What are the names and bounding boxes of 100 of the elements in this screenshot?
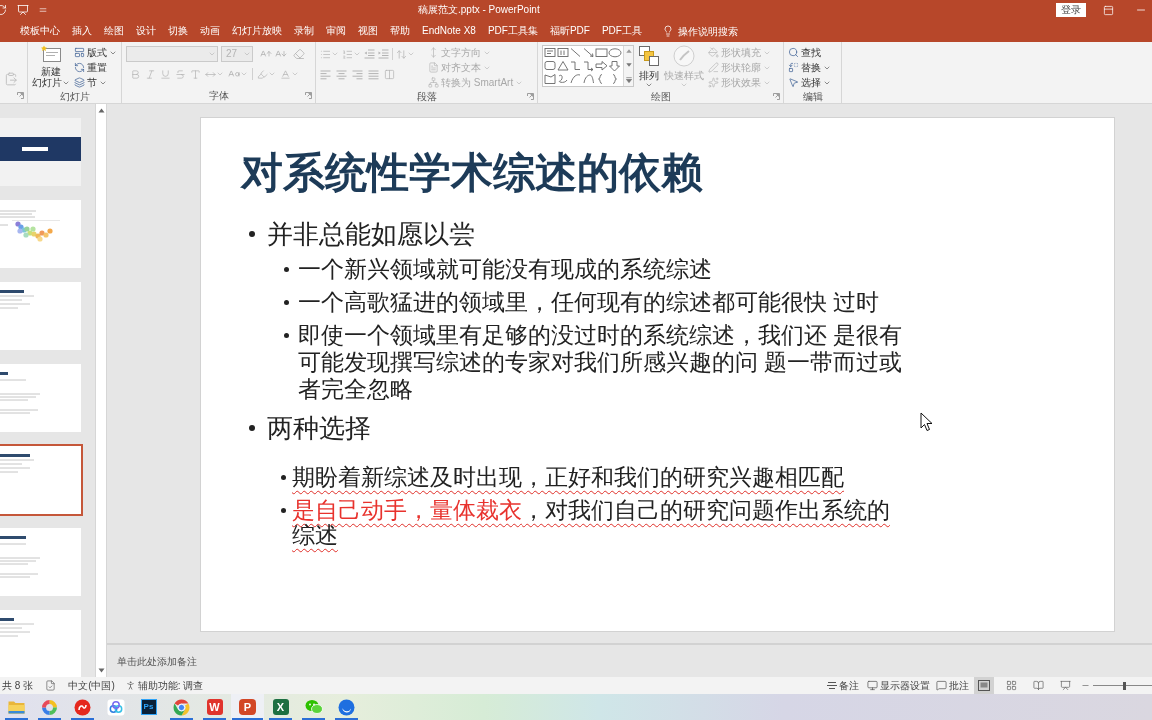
language-label[interactable]: 中文(中国) <box>68 679 115 692</box>
gallery-more-icon[interactable] <box>625 77 632 83</box>
case-icon[interactable] <box>228 68 240 80</box>
ribbon-tab[interactable]: 录制 <box>288 20 320 42</box>
ribbon-tab[interactable]: 切换 <box>162 20 194 42</box>
person-icon[interactable] <box>124 680 136 691</box>
slider-thumb[interactable] <box>1122 681 1126 690</box>
network-icon <box>428 77 439 88</box>
slide-thumbnail[interactable] <box>0 280 83 352</box>
underline-icon[interactable] <box>160 68 171 80</box>
ribbon-command[interactable]: 替换 <box>788 60 831 75</box>
comments-button[interactable]: 批注 <box>936 679 969 692</box>
taskbar-app[interactable]: P <box>231 694 264 720</box>
align-left-icon[interactable] <box>320 69 331 80</box>
justify-icon[interactable] <box>368 69 379 80</box>
document-check-icon[interactable] <box>45 680 57 691</box>
align-center-icon[interactable] <box>336 69 347 80</box>
numbered-list-icon[interactable] <box>342 48 353 60</box>
ribbon-command[interactable]: 节 <box>74 75 117 90</box>
presentation-icon <box>1059 680 1071 691</box>
line-spacing-icon[interactable] <box>396 48 407 60</box>
ribbon-display-icon[interactable] <box>1103 4 1114 16</box>
ribbon-tab[interactable]: 审阅 <box>320 20 352 42</box>
accessibility-status[interactable]: 辅助功能: 调查 <box>137 679 204 692</box>
italic-icon[interactable] <box>145 68 156 80</box>
font-name-field[interactable] <box>126 46 218 62</box>
bullet-list-icon[interactable] <box>320 48 331 60</box>
ribbon-tab[interactable]: PDF工具 <box>595 20 648 42</box>
shape-gallery[interactable] <box>542 45 634 87</box>
caret-icon <box>208 50 216 58</box>
caret-icon <box>331 50 339 58</box>
ribbon-command[interactable]: 查找 <box>788 45 831 60</box>
dialog-launcher-icon[interactable] <box>305 92 312 99</box>
equals-icon[interactable] <box>38 5 48 15</box>
ribbon-tab[interactable]: 绘图 <box>98 20 130 42</box>
ribbon-tab[interactable]: 幻灯片放映 <box>226 20 288 42</box>
notes-button[interactable]: 备注 <box>827 679 859 692</box>
ribbon-tab[interactable]: 模板中心 <box>14 20 66 42</box>
font-color-icon[interactable] <box>280 68 291 80</box>
columns-icon[interactable] <box>384 69 395 80</box>
slide-thumbnail[interactable] <box>0 608 83 677</box>
taskbar-app[interactable]: Ps <box>132 694 165 720</box>
tell-me-field[interactable]: 操作说明搜索 <box>677 23 744 39</box>
bullet-text: 期盼着新综述及时出现，正好和我们的研究兴趣相匹配 <box>292 465 844 490</box>
bullet-text: 一个新兴领域就可能没有现成的系统综述 <box>298 256 712 283</box>
dialog-launcher-icon[interactable] <box>527 93 534 100</box>
linked-rings-icon <box>106 698 125 716</box>
sign-in-button[interactable]: 登录 <box>1056 3 1086 17</box>
thumbnail-scrollbar[interactable] <box>95 104 107 677</box>
browser-icon <box>173 698 190 716</box>
pen-icon <box>708 62 719 73</box>
ribbon-tab[interactable]: 插入 <box>66 20 98 42</box>
bold-icon[interactable] <box>130 68 141 80</box>
slide-thumbnail[interactable] <box>0 198 83 270</box>
group-label: 绘图 <box>650 90 671 103</box>
taskbar-app[interactable]: X <box>264 694 297 720</box>
bullet-icon <box>284 333 289 338</box>
ribbon-tab[interactable]: EndNote X8 <box>416 20 482 42</box>
ribbon-tab[interactable]: 福昕PDF <box>543 20 596 42</box>
text-icon[interactable] <box>190 68 201 80</box>
clipboard-icon[interactable] <box>4 72 18 86</box>
replace-icon <box>788 62 799 73</box>
align-right-icon[interactable] <box>352 69 363 80</box>
view-button[interactable] <box>974 677 994 694</box>
ribbon-tab[interactable]: 动画 <box>194 20 226 42</box>
dialog-launcher-icon[interactable] <box>17 92 24 99</box>
arrange-button[interactable]: 排列 <box>638 45 660 89</box>
ribbon-command[interactable]: 选择 <box>788 75 831 90</box>
ribbon-tab[interactable]: 帮助 <box>384 20 416 42</box>
scroll-up-icon[interactable] <box>97 108 105 113</box>
new-slide-button[interactable]: 新建 幻灯片 <box>32 45 70 88</box>
eraser-icon[interactable] <box>293 48 305 60</box>
gallery-down-icon[interactable] <box>625 63 632 67</box>
taskbar-app[interactable]: W <box>198 694 231 720</box>
presentation-icon[interactable] <box>17 4 29 16</box>
slide-thumbnail[interactable] <box>0 526 83 598</box>
slide-thumbnail[interactable] <box>0 116 83 188</box>
ribbon-tab[interactable]: 设计 <box>130 20 162 42</box>
sparkles-icon <box>708 77 719 88</box>
font-shrink-icon[interactable] <box>275 48 287 60</box>
bullet-text: 是自己动手，量体裁衣，对我们自己的研究问题作出系统的综述 <box>292 498 891 548</box>
dialog-launcher-icon[interactable] <box>773 93 780 100</box>
slide-thumbnail[interactable] <box>0 444 83 516</box>
caret-icon <box>268 70 276 78</box>
scroll-down-icon[interactable] <box>97 668 105 673</box>
ribbon-tab[interactable]: PDF工具集 <box>481 20 544 42</box>
strikethrough-icon[interactable] <box>175 68 186 80</box>
zoom-slider[interactable] <box>1093 680 1152 691</box>
display-settings-button[interactable]: 显示器设置 <box>867 679 930 692</box>
slide-thumbnail[interactable] <box>0 362 83 434</box>
gallery-up-icon[interactable] <box>625 49 632 53</box>
ribbon-command[interactable]: 版式 <box>74 45 117 60</box>
caret-icon <box>291 70 299 78</box>
ribbon-tab[interactable]: 视图 <box>352 20 384 42</box>
outdent-icon[interactable] <box>364 49 375 59</box>
highlighter-icon[interactable] <box>257 68 268 80</box>
indent-icon[interactable] <box>378 49 389 59</box>
lines-icon <box>827 681 837 690</box>
ribbon-command[interactable]: 重置 <box>74 60 117 75</box>
font-grow-icon[interactable] <box>260 48 272 60</box>
